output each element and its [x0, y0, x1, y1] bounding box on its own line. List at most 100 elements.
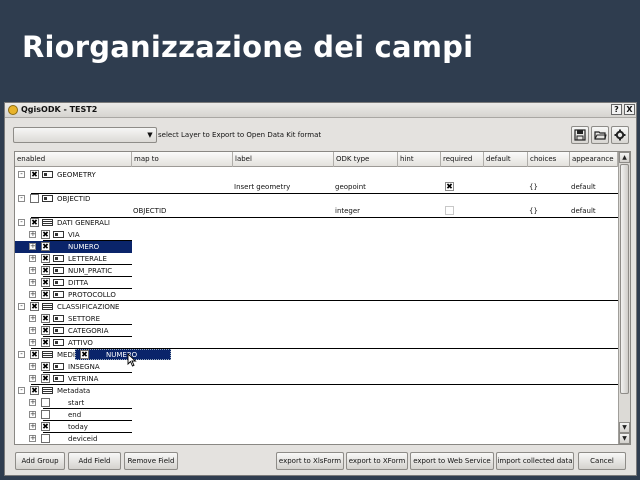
checkbox-checked-icon[interactable]: ✖: [41, 422, 50, 431]
export-xform-button[interactable]: export to XForm: [346, 452, 408, 470]
checkbox-checked-icon: ✖: [80, 350, 89, 359]
checkbox-checked-icon[interactable]: ✖: [41, 266, 50, 275]
collapse-icon[interactable]: -: [18, 303, 25, 310]
checkbox-checked-icon[interactable]: ✖: [41, 242, 50, 251]
tree-row[interactable]: OBJECTID integer {} default: [15, 205, 618, 217]
column-header-required[interactable]: required: [441, 152, 484, 167]
expand-icon[interactable]: +: [29, 399, 36, 406]
window-titlebar[interactable]: QgisODK - TEST2 ? X: [5, 103, 636, 118]
export-xlsform-button[interactable]: export to XlsForm: [276, 452, 344, 470]
checkbox-unchecked-icon[interactable]: [41, 410, 50, 419]
expand-icon[interactable]: +: [29, 363, 36, 370]
add-group-button[interactable]: Add Group: [15, 452, 65, 470]
export-web-service-button[interactable]: export to Web Service: [410, 452, 494, 470]
tree-row[interactable]: Insert geometry geopoint ✖ {} default: [15, 181, 618, 193]
help-button[interactable]: ?: [611, 104, 622, 115]
checkbox-checked-icon[interactable]: ✖: [41, 338, 50, 347]
close-button[interactable]: X: [624, 104, 635, 115]
checkbox-checked-icon[interactable]: ✖: [41, 290, 50, 299]
group-icon: [42, 219, 53, 226]
row-separator: [43, 444, 132, 445]
checkbox-checked-icon[interactable]: ✖: [41, 326, 50, 335]
fields-tree[interactable]: enabled map to label ODK type hint requi…: [14, 151, 631, 445]
checkbox-checked-icon[interactable]: ✖: [30, 350, 39, 359]
checkbox-checked-icon[interactable]: ✖: [41, 230, 50, 239]
checkbox-unchecked-icon[interactable]: [41, 434, 50, 443]
cancel-button[interactable]: Cancel: [578, 452, 626, 470]
field-icon: [42, 171, 53, 178]
field-icon: [53, 231, 64, 238]
field-icon: [53, 339, 64, 346]
gear-icon: [614, 129, 626, 141]
expand-icon[interactable]: +: [29, 291, 36, 298]
expand-icon[interactable]: +: [29, 243, 36, 250]
add-field-button[interactable]: Add Field: [68, 452, 121, 470]
dropdown-arrow-icon[interactable]: ▼: [145, 128, 155, 142]
expand-icon[interactable]: +: [29, 423, 36, 430]
tree-row[interactable]: - ✖ Metadata: [15, 385, 618, 397]
tree-row[interactable]: - ✖ GEOMETRY: [15, 169, 618, 181]
tree-node-label: today: [68, 423, 88, 431]
field-icon: [53, 279, 64, 286]
expand-icon[interactable]: +: [29, 267, 36, 274]
expand-icon[interactable]: +: [29, 255, 36, 262]
expand-icon[interactable]: +: [29, 279, 36, 286]
collapse-icon[interactable]: -: [18, 195, 25, 202]
scrollbar-thumb[interactable]: [620, 164, 629, 394]
tree-node-label: PROTOCOLLO: [68, 291, 116, 299]
column-header-choices[interactable]: choices: [528, 152, 570, 167]
collapse-icon[interactable]: -: [18, 387, 25, 394]
expand-icon[interactable]: +: [29, 327, 36, 334]
checkbox-checked-icon[interactable]: ✖: [41, 314, 50, 323]
scroll-down-icon[interactable]: ▼: [619, 422, 630, 433]
column-header-hint[interactable]: hint: [398, 152, 441, 167]
collapse-icon[interactable]: -: [18, 351, 25, 358]
checkbox-checked-icon[interactable]: ✖: [30, 218, 39, 227]
required-checkbox-unchecked-icon[interactable]: [445, 206, 454, 215]
tree-header: enabled map to label ODK type hint requi…: [15, 152, 618, 167]
checkbox-checked-icon[interactable]: ✖: [41, 374, 50, 383]
collapse-icon[interactable]: -: [18, 171, 25, 178]
column-header-enabled[interactable]: enabled: [15, 152, 132, 167]
tree-row[interactable]: - OBJECTID: [15, 193, 618, 205]
tree-row[interactable]: - ✖ CLASSIFICAZIONE: [15, 301, 618, 313]
layer-select[interactable]: ▼: [13, 127, 157, 143]
scroll-up-icon[interactable]: ▲: [619, 152, 630, 163]
column-header-appearance[interactable]: appearance: [570, 152, 618, 167]
save-button[interactable]: [571, 126, 589, 144]
column-header-label[interactable]: label: [233, 152, 334, 167]
expand-icon[interactable]: +: [29, 411, 36, 418]
tree-row[interactable]: + subscriberid: [15, 444, 618, 445]
open-button[interactable]: [591, 126, 609, 144]
column-header-odk-type[interactable]: ODK type: [334, 152, 398, 167]
settings-button[interactable]: [611, 126, 629, 144]
collapse-icon[interactable]: -: [18, 219, 25, 226]
qgis-app-icon: [8, 105, 18, 115]
tree-scrollbar[interactable]: ▲ ▼ ▼: [618, 152, 630, 444]
checkbox-checked-icon[interactable]: ✖: [30, 170, 39, 179]
checkbox-checked-icon[interactable]: ✖: [41, 362, 50, 371]
column-header-map-to[interactable]: map to: [132, 152, 233, 167]
checkbox-unchecked-icon[interactable]: [41, 398, 50, 407]
checkbox-checked-icon[interactable]: ✖: [30, 302, 39, 311]
expand-icon[interactable]: +: [29, 339, 36, 346]
expand-icon[interactable]: +: [29, 315, 36, 322]
tree-row[interactable]: - ✖ DATI GENERALI: [15, 217, 618, 229]
expand-icon[interactable]: +: [29, 375, 36, 382]
checkbox-checked-icon[interactable]: ✖: [30, 386, 39, 395]
column-header-default[interactable]: default: [484, 152, 528, 167]
scroll-down-icon[interactable]: ▼: [619, 433, 630, 444]
tree-node-label: MEDI: [57, 351, 75, 359]
expand-icon[interactable]: +: [29, 435, 36, 442]
required-checkbox-checked-icon[interactable]: ✖: [445, 182, 454, 191]
field-icon: [53, 363, 64, 370]
tree-node-label: deviceid: [68, 435, 98, 443]
import-collected-data-button[interactable]: import collected data: [496, 452, 574, 470]
expand-icon[interactable]: +: [29, 231, 36, 238]
remove-field-button[interactable]: Remove Field: [124, 452, 178, 470]
checkbox-unchecked-icon[interactable]: [30, 194, 39, 203]
checkbox-checked-icon[interactable]: ✖: [41, 254, 50, 263]
field-icon: [42, 195, 53, 202]
tree-row-selected[interactable]: + ✖ NUMERO: [15, 241, 132, 253]
checkbox-checked-icon[interactable]: ✖: [41, 278, 50, 287]
